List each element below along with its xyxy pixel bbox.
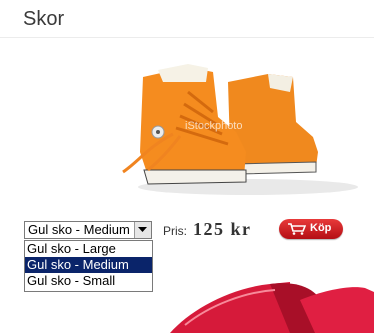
cart-icon — [288, 223, 306, 235]
buy-button-label: Köp — [310, 222, 332, 234]
dropdown-arrow-icon[interactable] — [134, 222, 151, 238]
title-divider — [0, 37, 374, 38]
price-label: Pris: — [163, 224, 187, 238]
price-value: 125 kr — [193, 219, 252, 239]
buy-button[interactable]: Köp — [279, 219, 343, 239]
page-title: Skor — [23, 8, 65, 30]
product-image-heels[interactable] — [150, 270, 374, 333]
variant-option-large[interactable]: Gul sko - Large — [25, 241, 152, 257]
variant-option-small[interactable]: Gul sko - Small — [25, 273, 152, 289]
variant-option-medium[interactable]: Gul sko - Medium — [25, 257, 152, 273]
variant-select[interactable]: Gul sko - Medium — [24, 221, 152, 239]
image-watermark: iStockphoto — [185, 120, 243, 132]
variant-select-value: Gul sko - Medium — [28, 222, 130, 237]
variant-options-list[interactable]: Gul sko - Large Gul sko - Medium Gul sko… — [24, 240, 153, 292]
